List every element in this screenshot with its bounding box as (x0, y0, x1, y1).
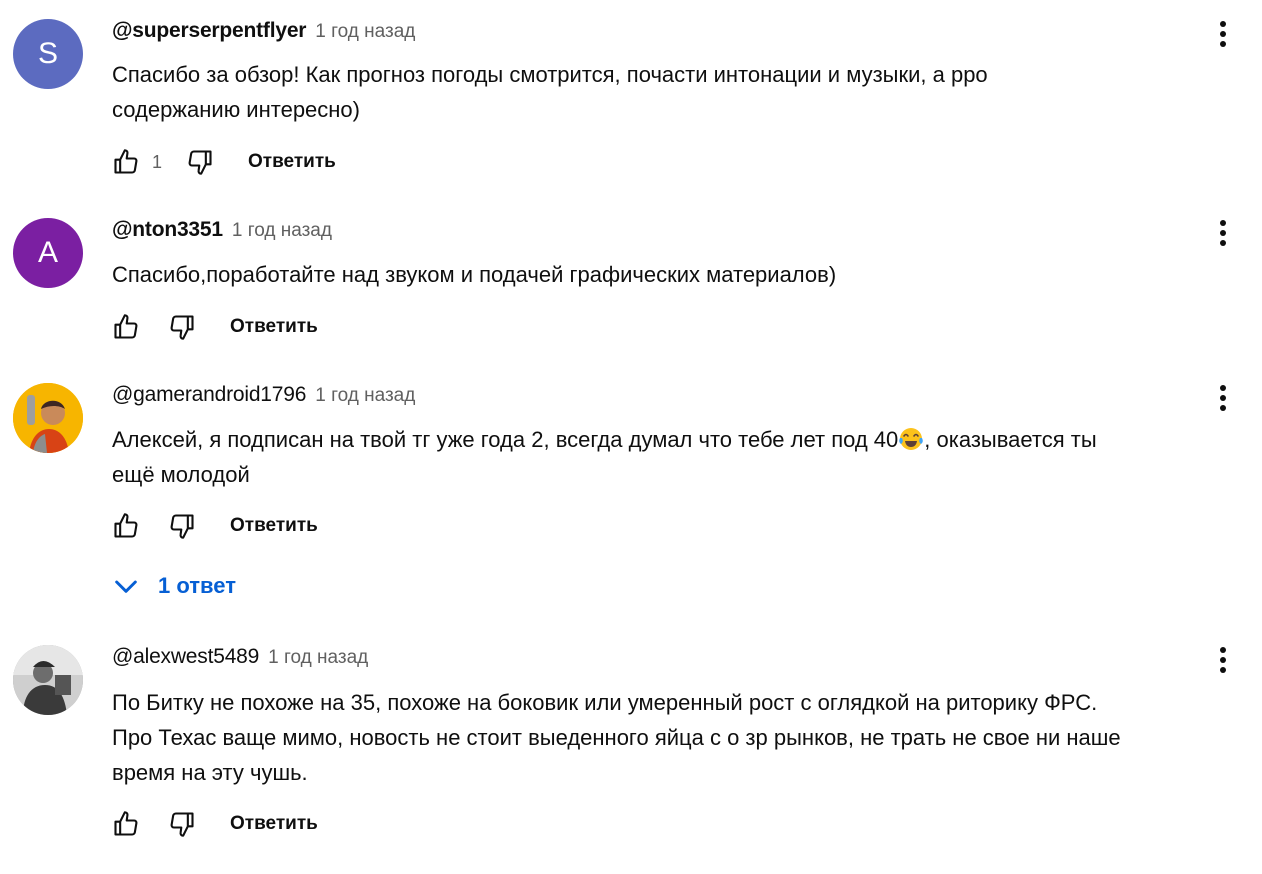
replies-count-label: 1 ответ (158, 573, 236, 598)
comment-header: @nton3351 1 год назад (112, 218, 332, 250)
reply-button[interactable]: Ответить (248, 151, 336, 173)
author-name[interactable]: @superserpentflyer (112, 19, 306, 43)
comment-text: Спасибо,поработайте над звуком и подачей… (112, 257, 1260, 292)
chevron-down-icon (115, 580, 137, 593)
dislike-icon[interactable] (164, 309, 200, 345)
reply-button[interactable]: Ответить (230, 316, 318, 338)
tears-of-joy-emoji-icon (899, 428, 924, 450)
more-actions-icon[interactable] (1208, 213, 1238, 253)
avatar[interactable] (13, 383, 83, 453)
author-name[interactable]: @nton3351 (112, 218, 223, 242)
dislike-icon[interactable] (182, 144, 218, 180)
more-actions-icon[interactable] (1208, 14, 1238, 54)
avatar[interactable]: S (13, 19, 83, 89)
timestamp[interactable]: 1 год назад (315, 21, 415, 43)
photo-grayscale-avatar-icon (13, 645, 83, 715)
comment-actions: Ответить (108, 804, 318, 844)
timestamp[interactable]: 1 год назад (315, 385, 415, 407)
comment-text-line: Алексей, я подписан на твой тг уже года … (112, 422, 1260, 457)
dislike-icon[interactable] (164, 806, 200, 842)
avatar-letter: A (37, 236, 58, 269)
comment-text-line: Про Техас ваще мимо, новость не стоит вы… (112, 725, 1121, 750)
comment-actions: Ответить (108, 506, 318, 546)
dislike-icon[interactable] (164, 508, 200, 544)
more-actions-icon[interactable] (1208, 378, 1238, 418)
comment-actions: 1 Ответить (108, 142, 336, 182)
cartoon-person-avatar-icon (13, 383, 83, 453)
comment-text: Алексей, я подписан на твой тг уже года … (112, 422, 1260, 492)
like-count: 1 (152, 151, 163, 172)
comment-text-line: содержанию интересно) (112, 97, 360, 122)
reply-button[interactable]: Ответить (230, 515, 318, 537)
comment-text: По Битку не похоже на 35, похоже на боко… (112, 685, 1260, 790)
comment-actions: Ответить (108, 307, 318, 347)
author-name[interactable]: @alexwest5489 (112, 645, 259, 669)
comment-header: @superserpentflyer 1 год назад (112, 19, 415, 51)
reply-button[interactable]: Ответить (230, 813, 318, 835)
comment-text-line: По Битку не похоже на 35, похоже на боко… (112, 690, 1098, 715)
comment-text-line: ещё молодой (112, 462, 250, 487)
comment-text-segment: Алексей, я подписан на твой тг уже года … (112, 427, 899, 452)
show-replies-button[interactable]: 1 ответ (110, 566, 236, 606)
author-name[interactable]: @gamerandroid1796 (112, 383, 306, 407)
comment-text-line: Спасибо,поработайте над звуком и подачей… (112, 262, 837, 287)
like-icon[interactable] (108, 806, 144, 842)
comment-text-segment: , оказывается ты (924, 427, 1097, 452)
comment-header: @gamerandroid1796 1 год назад (112, 383, 415, 415)
more-actions-icon[interactable] (1208, 640, 1238, 680)
avatar[interactable] (13, 645, 83, 715)
like-icon[interactable] (108, 309, 144, 345)
comment-text: Спасибо за обзор! Как прогноз погоды смо… (112, 57, 1260, 127)
comment-header: @alexwest5489 1 год назад (112, 645, 368, 677)
like-icon[interactable] (108, 144, 144, 180)
like-icon[interactable] (108, 508, 144, 544)
comment-text-line: Спасибо за обзор! Как прогноз погоды смо… (112, 62, 988, 87)
comment-text-line: время на эту чушь. (112, 760, 308, 785)
timestamp[interactable]: 1 год назад (268, 647, 368, 669)
timestamp[interactable]: 1 год назад (232, 220, 332, 242)
avatar-letter: S (37, 37, 58, 70)
avatar[interactable]: A (13, 218, 83, 288)
